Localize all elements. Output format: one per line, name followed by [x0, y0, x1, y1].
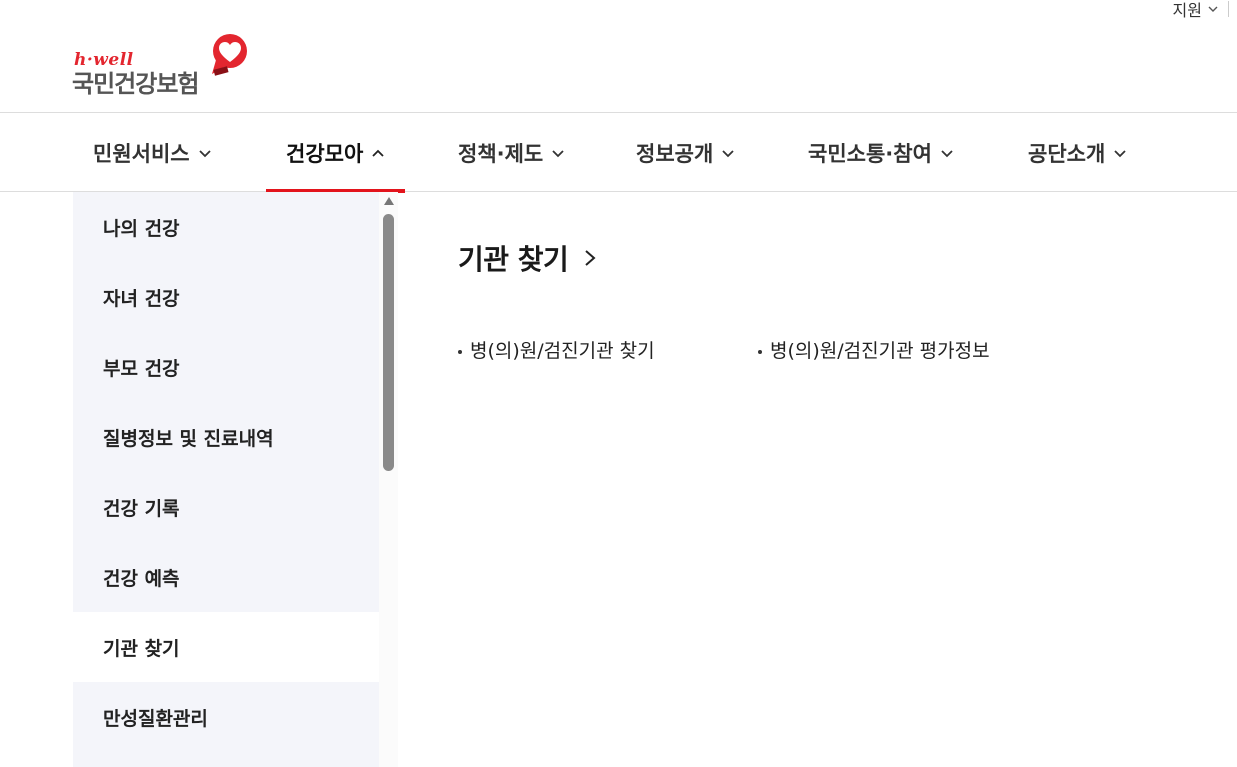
logo-brand: 국민건강보험: [72, 70, 199, 98]
institution-links: 병(의)원/검진기관 찾기 병(의)원/검진기관 평가정보: [458, 336, 1218, 366]
utility-divider: [1228, 1, 1229, 17]
support-label: 지원: [1172, 1, 1202, 20]
gnb-item-policy[interactable]: 정책·제도: [458, 113, 565, 192]
gnb-item-label: 정책·제도: [458, 141, 544, 166]
link-hospital-evaluation[interactable]: 병(의)원/검진기관 평가정보: [758, 336, 990, 363]
bullet-icon: [458, 349, 462, 354]
sidebar-scrollbar-thumb[interactable]: [383, 214, 394, 471]
chevron-down-icon: [1114, 149, 1126, 157]
sidebar-item-disease-info[interactable]: 질병정보 및 진료내역: [73, 402, 379, 472]
sidebar-item-child-health[interactable]: 자녀 건강: [73, 262, 379, 332]
logo[interactable]: h·well 국민건강보험: [72, 32, 252, 98]
gnb-item-label: 민원서비스: [93, 141, 190, 166]
support-menu[interactable]: 지원: [1173, 0, 1218, 21]
sidebar-item-health-prediction[interactable]: 건강 예측: [73, 542, 379, 612]
heart-speech-icon: [212, 34, 247, 76]
bullet-icon: [758, 349, 762, 354]
link-label: 병(의)원/검진기관 찾기: [470, 340, 655, 362]
gnb-item-health-moa[interactable]: 건강모아: [265, 113, 406, 193]
gnb-item-label: 공단소개: [1028, 141, 1106, 166]
gnb-item-about[interactable]: 공단소개: [1028, 113, 1127, 192]
chevron-down-icon: [722, 149, 734, 157]
gnb-item-label: 정보공개: [636, 141, 714, 166]
sidebar-item-chronic-care[interactable]: 만성질환관리: [73, 682, 379, 752]
main-navigation: 민원서비스 건강모아 정책·제도 정보공개 국민소통·참여 공단소개: [0, 113, 1237, 193]
sidebar-item-find-institution[interactable]: 기관 찾기: [73, 612, 379, 682]
gnb-item-civil-service[interactable]: 민원서비스: [93, 113, 212, 192]
scroll-up-arrow-icon[interactable]: [383, 196, 395, 206]
chevron-down-icon: [1208, 6, 1218, 12]
chevron-down-icon: [552, 149, 564, 157]
gnb-item-info-disclosure[interactable]: 정보공개: [636, 113, 735, 192]
sidebar-menu: 나의 건강 자녀 건강 부모 건강 질병정보 및 진료내역 건강 기록 건강 예…: [73, 192, 379, 767]
sidebar-item-parent-health[interactable]: 부모 건강: [73, 332, 379, 402]
chevron-down-icon: [941, 149, 953, 157]
chevron-up-icon: [372, 149, 384, 157]
content-title-link[interactable]: 기관 찾기: [458, 238, 598, 278]
chevron-down-icon: [198, 149, 211, 157]
sidebar-item-health-record[interactable]: 건강 기록: [73, 472, 379, 542]
gnb-item-label: 국민소통·참여: [808, 141, 932, 166]
utility-bar: 지원: [1173, 0, 1229, 21]
page: h·well 국민건강보험 지원 민원서비스 건강모아 정책·제도 정보공개 국…: [0, 0, 1237, 767]
link-label: 병(의)원/검진기관 평가정보: [770, 340, 990, 362]
content-title: 기관 찾기: [458, 243, 569, 276]
gnb-item-label: 건강모아: [286, 141, 364, 166]
chevron-right-icon: [585, 250, 596, 266]
sidebar-item-my-health[interactable]: 나의 건강: [73, 192, 379, 262]
gnb-item-communication[interactable]: 국민소통·참여: [808, 113, 954, 192]
header: h·well 국민건강보험 지원: [0, 0, 1237, 113]
link-find-hospital[interactable]: 병(의)원/검진기관 찾기: [458, 336, 655, 363]
